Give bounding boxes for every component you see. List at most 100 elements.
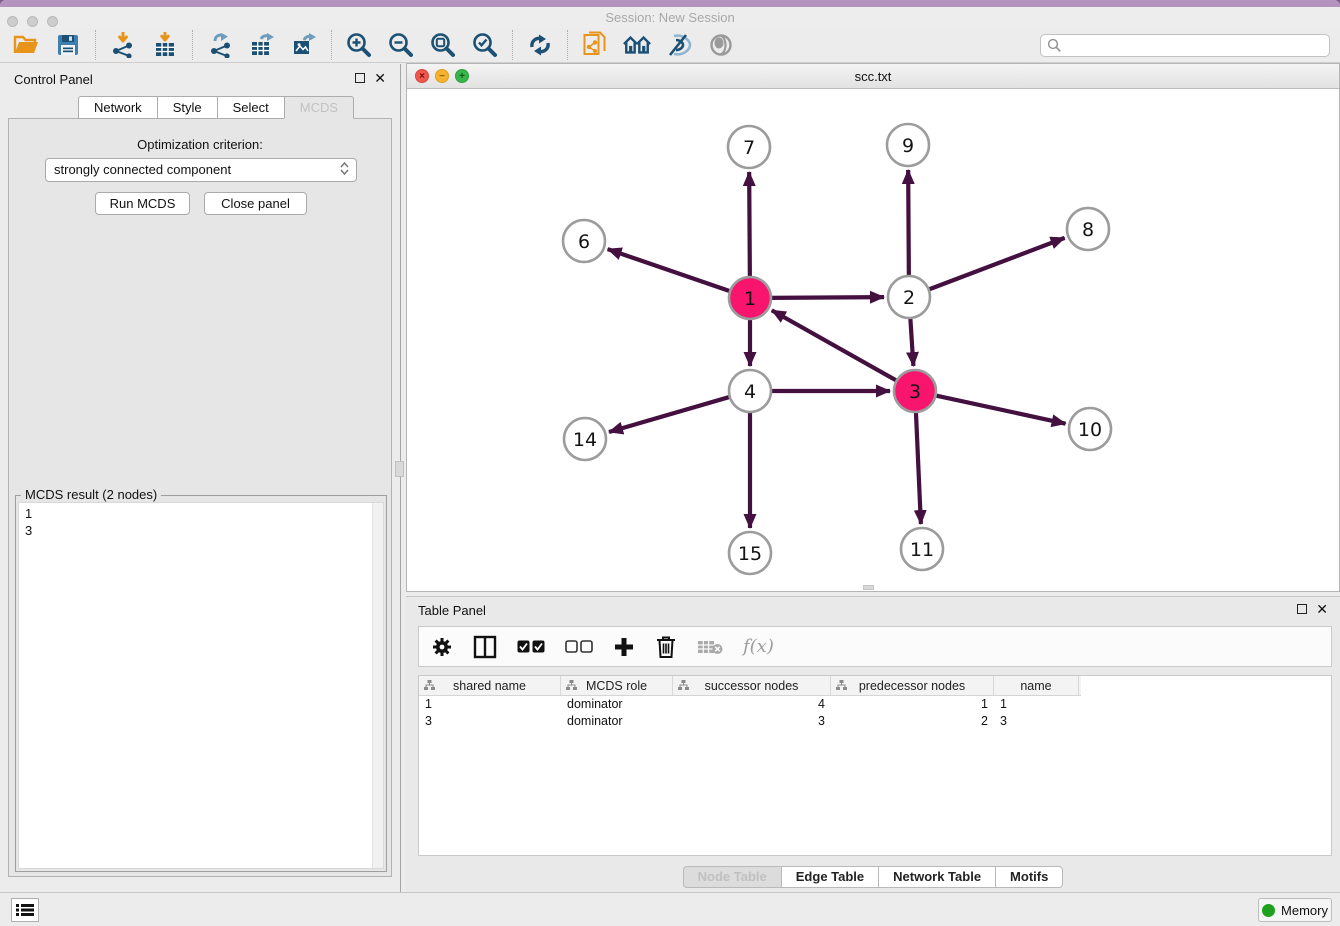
tab-select[interactable]: Select — [217, 96, 284, 119]
graph-edge-1-7[interactable] — [749, 172, 750, 279]
graph-node-10[interactable]: 10 — [1069, 408, 1111, 450]
svg-text:2: 2 — [903, 287, 915, 309]
column-header-name[interactable]: name — [994, 676, 1079, 695]
zoom-selected-icon[interactable] — [471, 31, 499, 59]
new-network-from-selection-icon[interactable] — [581, 31, 609, 59]
graph-edge-1-6[interactable] — [608, 249, 732, 292]
svg-text:3: 3 — [909, 381, 921, 403]
export-table-icon[interactable] — [248, 31, 276, 59]
add-icon[interactable] — [613, 636, 635, 658]
table-cell[interactable]: dominator — [561, 713, 673, 730]
tab-mcds[interactable]: MCDS — [284, 96, 354, 119]
svg-text:15: 15 — [738, 543, 762, 565]
refresh-layout-icon[interactable] — [526, 31, 554, 59]
graph-node-14[interactable]: 14 — [564, 418, 606, 460]
float-table-panel-icon[interactable] — [1297, 604, 1307, 614]
table-body[interactable]: 1dominator4113dominator323 — [419, 696, 1331, 730]
graph-node-4[interactable]: 4 — [729, 370, 771, 412]
graph-node-2[interactable]: 2 — [888, 276, 930, 318]
column-header-predecessor-nodes[interactable]: predecessor nodes — [831, 676, 994, 695]
graph-edge-2-9[interactable] — [908, 170, 909, 278]
control-panel-title: Control Panel — [14, 72, 93, 87]
table-cell[interactable]: 2 — [831, 713, 994, 730]
task-history-icon[interactable] — [11, 898, 39, 922]
delete-icon[interactable] — [655, 635, 677, 659]
zoom-out-icon[interactable] — [387, 31, 415, 59]
table-header-row[interactable]: shared nameMCDS rolesuccessor nodesprede… — [419, 676, 1081, 696]
close-panel-icon[interactable]: ✕ — [374, 73, 386, 83]
table-cell[interactable]: dominator — [561, 696, 673, 713]
settings-gear-icon[interactable] — [431, 636, 453, 658]
import-network-icon[interactable] — [109, 31, 137, 59]
graph-node-3[interactable]: 3 — [894, 370, 936, 412]
graph-edge-2-8[interactable] — [927, 238, 1065, 290]
graph-edge-1-2[interactable] — [769, 297, 884, 298]
table-row[interactable]: 3dominator323 — [419, 713, 1331, 730]
table-cell[interactable]: 3 — [419, 713, 561, 730]
mcds-result-textarea[interactable]: 13 — [18, 502, 384, 869]
graph-edge-3-11[interactable] — [916, 410, 921, 524]
graph-node-15[interactable]: 15 — [729, 532, 771, 574]
tab-edge-table[interactable]: Edge Table — [781, 866, 878, 888]
zoom-fit-icon[interactable] — [429, 31, 457, 59]
column-header-MCDS-role[interactable]: MCDS role — [561, 676, 673, 695]
result-scrollbar[interactable] — [372, 503, 383, 868]
tab-style[interactable]: Style — [157, 96, 217, 119]
deselect-all-checkbox-icon[interactable] — [565, 640, 593, 654]
tab-network[interactable]: Network — [78, 96, 157, 119]
save-session-icon[interactable] — [54, 31, 82, 59]
horizontal-splitter-handle[interactable] — [863, 585, 874, 590]
houses-icon[interactable] — [623, 31, 651, 59]
network-window-titlebar[interactable]: × − + scc.txt — [407, 64, 1339, 89]
eye-icon[interactable] — [707, 31, 735, 59]
float-panel-icon[interactable] — [355, 73, 365, 83]
export-network-icon[interactable] — [206, 31, 234, 59]
graph-node-11[interactable]: 11 — [901, 528, 943, 570]
graph-edge-3-1[interactable] — [772, 310, 899, 381]
table-cell[interactable]: 3 — [994, 713, 1079, 730]
graph-edge-2-3[interactable] — [910, 316, 913, 366]
graph-node-1[interactable]: 1 — [729, 277, 771, 319]
title-bar[interactable]: Session: New Session — [0, 7, 1340, 28]
table-cell[interactable]: 1 — [831, 696, 994, 713]
function-builder-icon[interactable]: f(x) — [743, 636, 774, 657]
column-header-successor-nodes[interactable]: successor nodes — [673, 676, 831, 695]
table-cell[interactable]: 4 — [673, 696, 831, 713]
run-mcds-button[interactable]: Run MCDS — [95, 192, 190, 215]
graph-edge-4-14[interactable] — [609, 396, 732, 432]
hide-selected-icon[interactable] — [665, 31, 693, 59]
close-panel-button[interactable]: Close panel — [204, 192, 307, 215]
select-all-checkbox-icon[interactable] — [517, 640, 545, 654]
criterion-select[interactable]: strongly connected component — [45, 158, 357, 182]
svg-text:14: 14 — [573, 429, 597, 451]
svg-text:8: 8 — [1082, 219, 1094, 241]
mcds-result-title: MCDS result (2 nodes) — [21, 487, 161, 502]
tab-motifs[interactable]: Motifs — [995, 866, 1063, 888]
table-cell[interactable]: 1 — [419, 696, 561, 713]
graph-node-7[interactable]: 7 — [728, 126, 770, 168]
search-input[interactable] — [1040, 34, 1330, 57]
export-image-icon[interactable] — [290, 31, 318, 59]
graph-node-8[interactable]: 8 — [1067, 208, 1109, 250]
delete-column-icon[interactable] — [697, 638, 723, 656]
close-table-panel-icon[interactable]: ✕ — [1316, 604, 1328, 614]
network-view-title: scc.txt — [407, 69, 1339, 84]
column-header-shared-name[interactable]: shared name — [419, 676, 561, 695]
tab-node-table[interactable]: Node Table — [683, 866, 781, 888]
tab-network-table[interactable]: Network Table — [878, 866, 995, 888]
column-layout-icon[interactable] — [473, 635, 497, 659]
zoom-in-icon[interactable] — [345, 31, 373, 59]
open-session-icon[interactable] — [12, 31, 40, 59]
import-table-icon[interactable] — [151, 31, 179, 59]
splitter-handle[interactable] — [395, 461, 404, 477]
graph-node-9[interactable]: 9 — [887, 124, 929, 166]
graph-edge-3-10[interactable] — [934, 395, 1066, 424]
graph-node-6[interactable]: 6 — [563, 220, 605, 262]
table-cell[interactable]: 3 — [673, 713, 831, 730]
network-graph-canvas[interactable]: 7 9 6 8 1 2 4 3 14 10 15 11 — [407, 89, 1339, 591]
node-table[interactable]: shared nameMCDS rolesuccessor nodesprede… — [418, 675, 1332, 856]
table-row[interactable]: 1dominator411 — [419, 696, 1331, 713]
table-cell[interactable]: 1 — [994, 696, 1079, 713]
memory-button[interactable]: Memory — [1258, 898, 1332, 922]
vertical-splitter[interactable] — [400, 64, 401, 892]
